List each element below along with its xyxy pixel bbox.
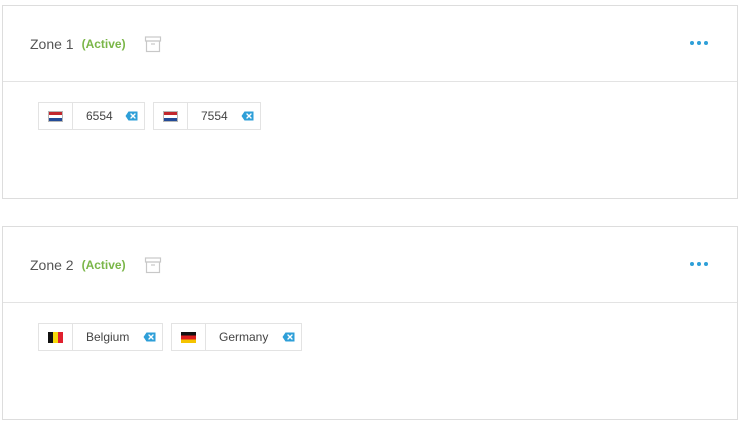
- belgium-flag-icon: [48, 331, 63, 343]
- netherlands-flag-icon: [163, 110, 178, 122]
- zone-tag: 6554: [38, 102, 145, 130]
- backspace-icon: [241, 111, 254, 121]
- remove-tag-button[interactable]: [135, 324, 162, 350]
- more-horizontal-icon: [690, 41, 694, 45]
- zone-tag-label: Germany: [219, 330, 269, 344]
- zone-tag-label: 6554: [86, 109, 113, 123]
- germany-flag-icon: [181, 331, 196, 343]
- zone-tag: Germany: [171, 323, 302, 351]
- flag-cell: [39, 103, 73, 129]
- backspace-icon: [143, 332, 156, 342]
- more-dot: [704, 41, 708, 45]
- zone-status-badge: (Active): [81, 36, 126, 51]
- flag-cell: [39, 324, 73, 350]
- zone-header: Zone 2 (Active): [3, 227, 737, 303]
- zone-tag-label: 7554: [201, 109, 228, 123]
- remove-tag-button[interactable]: [274, 324, 301, 350]
- zone-card-1: Zone 1 (Active) 6554 7554: [2, 5, 738, 199]
- backspace-icon: [282, 332, 295, 342]
- more-horizontal-icon: [690, 262, 694, 266]
- zone-title: Zone 2: [30, 256, 74, 273]
- backspace-icon: [125, 111, 138, 121]
- zone-header: Zone 1 (Active): [3, 6, 737, 82]
- remove-tag-button[interactable]: [117, 103, 144, 129]
- archive-box-icon[interactable]: [144, 35, 162, 53]
- zone-status-badge: (Active): [81, 257, 126, 272]
- flag-cell: [172, 324, 206, 350]
- remove-tag-button[interactable]: [233, 103, 260, 129]
- more-options-button[interactable]: [690, 35, 708, 51]
- zone-card-2: Zone 2 (Active) Belgium Germany: [2, 226, 738, 420]
- zone-tag-list: Belgium Germany: [38, 323, 310, 351]
- zone-tag-label: Belgium: [86, 330, 130, 344]
- archive-box-icon[interactable]: [144, 256, 162, 274]
- more-dot: [697, 41, 701, 45]
- zone-tag: 7554: [153, 102, 261, 130]
- netherlands-flag-icon: [48, 110, 63, 122]
- more-dot: [697, 262, 701, 266]
- more-options-button[interactable]: [690, 256, 708, 272]
- flag-cell: [154, 103, 188, 129]
- zone-tag: Belgium: [38, 323, 163, 351]
- more-dot: [704, 262, 708, 266]
- zone-tag-list: 6554 7554: [38, 102, 269, 130]
- zone-title: Zone 1: [30, 35, 74, 52]
